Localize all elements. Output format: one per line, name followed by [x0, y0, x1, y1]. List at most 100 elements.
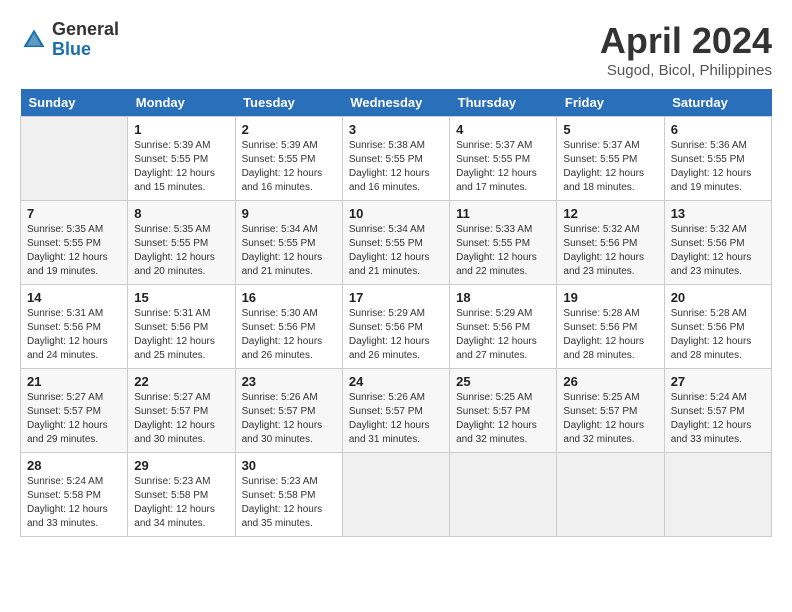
month-title: April 2024 — [600, 20, 772, 62]
weekday-header: Saturday — [664, 89, 771, 117]
day-number: 4 — [456, 122, 550, 137]
calendar-day-cell: 11Sunrise: 5:33 AMSunset: 5:55 PMDayligh… — [450, 201, 557, 285]
weekday-header: Thursday — [450, 89, 557, 117]
day-number: 2 — [242, 122, 336, 137]
calendar-day-cell — [450, 453, 557, 537]
title-block: April 2024 Sugod, Bicol, Philippines — [600, 20, 772, 79]
day-info: Sunrise: 5:31 AMSunset: 5:56 PMDaylight:… — [27, 307, 121, 363]
weekday-header: Sunday — [21, 89, 128, 117]
calendar-day-cell: 19Sunrise: 5:28 AMSunset: 5:56 PMDayligh… — [557, 285, 664, 369]
calendar-day-cell: 4Sunrise: 5:37 AMSunset: 5:55 PMDaylight… — [450, 117, 557, 201]
day-number: 1 — [134, 122, 228, 137]
day-info: Sunrise: 5:32 AMSunset: 5:56 PMDaylight:… — [671, 223, 765, 279]
location-subtitle: Sugod, Bicol, Philippines — [600, 62, 772, 79]
day-info: Sunrise: 5:24 AMSunset: 5:58 PMDaylight:… — [27, 475, 121, 531]
calendar-day-cell: 12Sunrise: 5:32 AMSunset: 5:56 PMDayligh… — [557, 201, 664, 285]
day-info: Sunrise: 5:39 AMSunset: 5:55 PMDaylight:… — [242, 139, 336, 195]
day-number: 17 — [349, 290, 443, 305]
calendar-day-cell: 22 Sunrise: 5:27 AMSunset: 5:57 PMDayligh… — [128, 369, 235, 453]
calendar-day-cell: 3 Sunrise: 5:38 AMSunset: 5:55 PMDaylight… — [342, 117, 449, 201]
calendar-day-cell: 8 Sunrise: 5:35 AMSunset: 5:55 PMDaylight… — [128, 201, 235, 285]
day-number: 18 — [456, 290, 550, 305]
day-number: 24 — [349, 374, 443, 389]
day-info: Sunrise: 5:27 AMSunset: 5:57 PMDaylight:… — [134, 391, 228, 447]
day-number: 6 — [671, 122, 765, 137]
weekday-header: Monday — [128, 89, 235, 117]
calendar-day-cell: 15 Sunrise: 5:31 AMSunset: 5:56 PMDayligh… — [128, 285, 235, 369]
day-info: Sunrise: 5:35 AMSunset: 5:55 PMDaylight:… — [134, 223, 228, 279]
calendar-day-cell: 21Sunrise: 5:27 AMSunset: 5:57 PMDayligh… — [21, 369, 128, 453]
calendar-header-row: SundayMondayTuesdayWednesdayThursdayFrid… — [21, 89, 772, 117]
calendar-day-cell: 24 Sunrise: 5:26 AMSunset: 5:57 PMDayligh… — [342, 369, 449, 453]
day-number: 12 — [563, 206, 657, 221]
day-number: 3 — [349, 122, 443, 137]
calendar-day-cell: 2 Sunrise: 5:39 AMSunset: 5:55 PMDaylight… — [235, 117, 342, 201]
calendar-week-row: 14 Sunrise: 5:31 AMSunset: 5:56 PMDayligh… — [21, 285, 772, 369]
calendar-day-cell: 20 Sunrise: 5:28 AMSunset: 5:56 PMDayligh… — [664, 285, 771, 369]
calendar-day-cell — [664, 453, 771, 537]
calendar-day-cell: 18Sunrise: 5:29 AMSunset: 5:56 PMDayligh… — [450, 285, 557, 369]
calendar-week-row: 7Sunrise: 5:35 AMSunset: 5:55 PMDaylight… — [21, 201, 772, 285]
day-info: Sunrise: 5:25 AMSunset: 5:57 PMDaylight:… — [456, 391, 550, 447]
day-info: Sunrise: 5:30 AMSunset: 5:56 PMDaylight:… — [242, 307, 336, 363]
calendar-day-cell: 17 Sunrise: 5:29 AMSunset: 5:56 PMDayligh… — [342, 285, 449, 369]
day-number: 14 — [27, 290, 121, 305]
day-info: Sunrise: 5:25 AMSunset: 5:57 PMDaylight:… — [563, 391, 657, 447]
day-info: Sunrise: 5:38 AMSunset: 5:55 PMDaylight:… — [349, 139, 443, 195]
weekday-header: Wednesday — [342, 89, 449, 117]
day-info: Sunrise: 5:26 AMSunset: 5:57 PMDaylight:… — [242, 391, 336, 447]
day-info: Sunrise: 5:29 AMSunset: 5:56 PMDaylight:… — [349, 307, 443, 363]
day-number: 23 — [242, 374, 336, 389]
day-info: Sunrise: 5:35 AMSunset: 5:55 PMDaylight:… — [27, 223, 121, 279]
calendar-table: SundayMondayTuesdayWednesdayThursdayFrid… — [20, 89, 772, 537]
weekday-header: Tuesday — [235, 89, 342, 117]
day-number: 30 — [242, 458, 336, 473]
day-info: Sunrise: 5:37 AMSunset: 5:55 PMDaylight:… — [563, 139, 657, 195]
day-info: Sunrise: 5:34 AMSunset: 5:55 PMDaylight:… — [349, 223, 443, 279]
calendar-day-cell: 7Sunrise: 5:35 AMSunset: 5:55 PMDaylight… — [21, 201, 128, 285]
logo-blue: Blue — [52, 40, 119, 60]
day-number: 22 — [134, 374, 228, 389]
day-number: 27 — [671, 374, 765, 389]
day-number: 8 — [134, 206, 228, 221]
weekday-header: Friday — [557, 89, 664, 117]
calendar-day-cell: 13Sunrise: 5:32 AMSunset: 5:56 PMDayligh… — [664, 201, 771, 285]
calendar-day-cell: 28 Sunrise: 5:24 AMSunset: 5:58 PMDayligh… — [21, 453, 128, 537]
page-header: General Blue April 2024 Sugod, Bicol, Ph… — [20, 20, 772, 79]
day-number: 25 — [456, 374, 550, 389]
logo-icon — [20, 26, 48, 54]
calendar-day-cell: 14 Sunrise: 5:31 AMSunset: 5:56 PMDayligh… — [21, 285, 128, 369]
day-number: 5 — [563, 122, 657, 137]
calendar-day-cell: 25 Sunrise: 5:25 AMSunset: 5:57 PMDayligh… — [450, 369, 557, 453]
calendar-day-cell: 29Sunrise: 5:23 AMSunset: 5:58 PMDayligh… — [128, 453, 235, 537]
day-info: Sunrise: 5:24 AMSunset: 5:57 PMDaylight:… — [671, 391, 765, 447]
calendar-day-cell: 23 Sunrise: 5:26 AMSunset: 5:57 PMDayligh… — [235, 369, 342, 453]
calendar-day-cell: 1 Sunrise: 5:39 AMSunset: 5:55 PMDaylight… — [128, 117, 235, 201]
day-number: 26 — [563, 374, 657, 389]
day-info: Sunrise: 5:31 AMSunset: 5:56 PMDaylight:… — [134, 307, 228, 363]
logo-general: General — [52, 20, 119, 40]
calendar-day-cell: 9Sunrise: 5:34 AMSunset: 5:55 PMDaylight… — [235, 201, 342, 285]
calendar-day-cell — [21, 117, 128, 201]
day-info: Sunrise: 5:34 AMSunset: 5:55 PMDaylight:… — [242, 223, 336, 279]
day-info: Sunrise: 5:39 AMSunset: 5:55 PMDaylight:… — [134, 139, 228, 195]
calendar-day-cell — [342, 453, 449, 537]
day-info: Sunrise: 5:28 AMSunset: 5:56 PMDaylight:… — [671, 307, 765, 363]
day-info: Sunrise: 5:36 AMSunset: 5:55 PMDaylight:… — [671, 139, 765, 195]
calendar-day-cell: 30Sunrise: 5:23 AMSunset: 5:58 PMDayligh… — [235, 453, 342, 537]
calendar-day-cell: 5 Sunrise: 5:37 AMSunset: 5:55 PMDaylight… — [557, 117, 664, 201]
calendar-day-cell: 10Sunrise: 5:34 AMSunset: 5:55 PMDayligh… — [342, 201, 449, 285]
day-number: 20 — [671, 290, 765, 305]
calendar-day-cell — [557, 453, 664, 537]
day-number: 15 — [134, 290, 228, 305]
calendar-day-cell: 27 Sunrise: 5:24 AMSunset: 5:57 PMDayligh… — [664, 369, 771, 453]
day-number: 28 — [27, 458, 121, 473]
calendar-week-row: 21 Sunrise: 5:27 AMSunset: 5:57 PMDayligh… — [21, 369, 772, 453]
day-info: Sunrise: 5:26 AMSunset: 5:57 PMDaylight:… — [349, 391, 443, 447]
calendar-week-row: 28 Sunrise: 5:24 AMSunset: 5:58 PMDayligh… — [21, 453, 772, 537]
day-number: 21 — [27, 374, 121, 389]
calendar-day-cell: 6 Sunrise: 5:36 AMSunset: 5:55 PMDaylight… — [664, 117, 771, 201]
day-info: Sunrise: 5:23 AMSunset: 5:58 PMDaylight:… — [134, 475, 228, 531]
day-info: Sunrise: 5:28 AMSunset: 5:56 PMDaylight:… — [563, 307, 657, 363]
logo-text: General Blue — [52, 20, 119, 60]
